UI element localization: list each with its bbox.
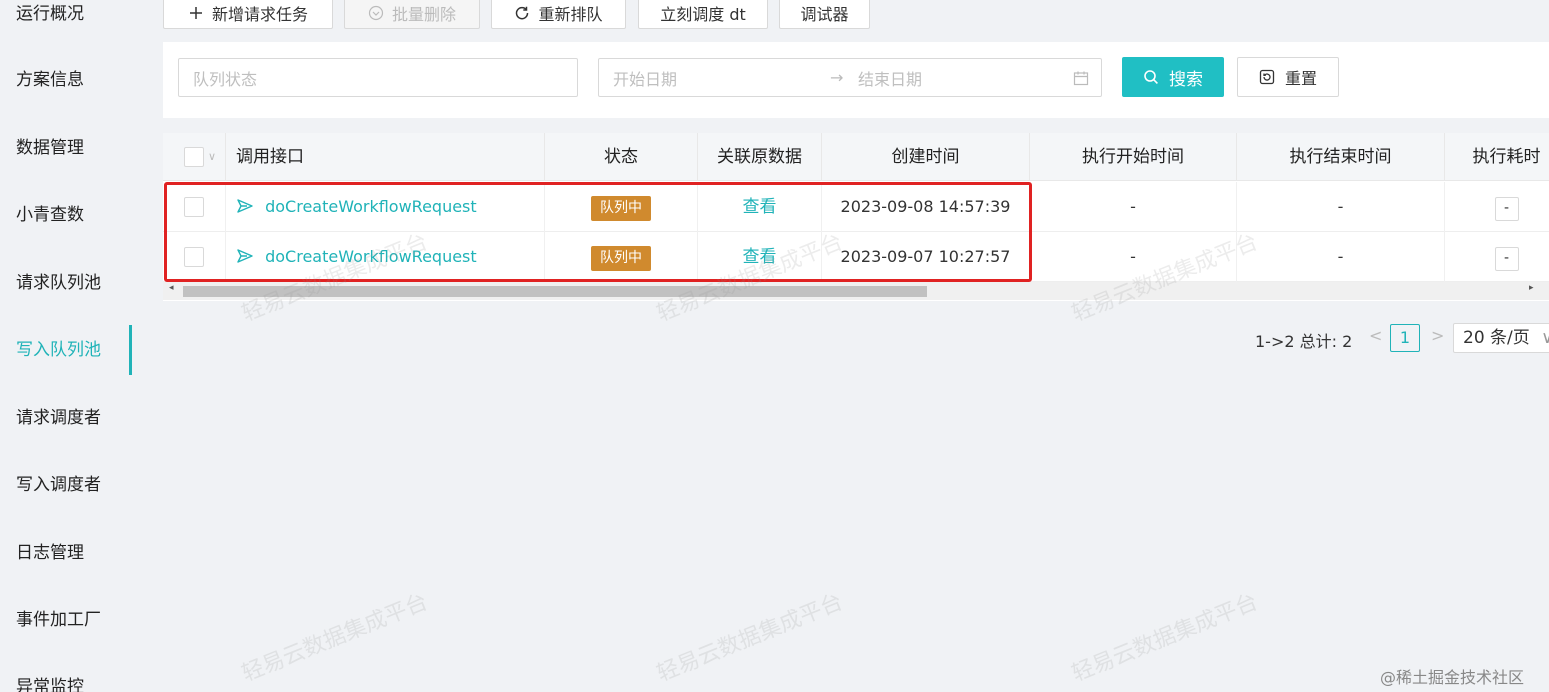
- batch-delete-label: 批量删除: [391, 4, 456, 24]
- sidebar-item-request-queue[interactable]: 请求队列池: [0, 258, 132, 308]
- sidebar-item-request-scheduler[interactable]: 请求调度者: [0, 393, 132, 443]
- created-time-cell: 2023-09-07 10:27:57: [822, 232, 1030, 282]
- requeue-button[interactable]: 重新排队: [491, 0, 626, 29]
- table-header: ∨ 调用接口 状态 关联原数据 创建时间 执行开始时间 执行结束时间 执行耗时: [163, 133, 1549, 181]
- debugger-button[interactable]: 调试器: [779, 0, 870, 29]
- sidebar-item-overview[interactable]: 运行概况: [0, 0, 132, 39]
- api-cell: doCreateWorkflowRequest: [226, 182, 545, 232]
- search-icon: [1144, 70, 1158, 84]
- page-number-button[interactable]: 1: [1390, 324, 1420, 352]
- sidebar-item-data-management[interactable]: 数据管理: [0, 123, 132, 173]
- table-row: doCreateWorkflowRequest 队列中 查看 2023-09-0…: [163, 182, 1549, 232]
- end-date-placeholder: 结束日期: [858, 69, 923, 89]
- add-request-task-button[interactable]: 新增请求任务: [163, 0, 333, 29]
- api-cell: doCreateWorkflowRequest: [226, 232, 545, 282]
- exec-start-cell: -: [1030, 182, 1237, 232]
- status-badge: 队列中: [591, 246, 651, 271]
- date-range-picker[interactable]: 开始日期 → 结束日期: [598, 58, 1102, 97]
- juejin-watermark: @稀土掘金技术社区: [1380, 668, 1525, 687]
- row-select-cell: [163, 182, 226, 232]
- sidebar: 运行概况 方案信息 数据管理 小青查数 请求队列池 写入队列池 请求调度者 写入…: [0, 0, 140, 692]
- queue-status-placeholder: 队列状态: [193, 69, 258, 89]
- view-link[interactable]: 查看: [743, 197, 777, 217]
- start-date-placeholder: 开始日期: [613, 69, 678, 89]
- reset-icon: [1259, 69, 1275, 85]
- duration-button[interactable]: -: [1494, 197, 1519, 221]
- sidebar-item-log-management[interactable]: 日志管理: [0, 528, 132, 578]
- status-badge: 队列中: [591, 196, 651, 221]
- column-header-exec-end: 执行结束时间: [1237, 133, 1445, 181]
- sidebar-item-plan-info[interactable]: 方案信息: [0, 55, 132, 105]
- dispatch-now-label: 立刻调度 dt: [660, 4, 746, 24]
- queue-status-select[interactable]: 队列状态: [178, 58, 578, 97]
- duration-button[interactable]: -: [1494, 247, 1519, 271]
- data-table: ∨ 调用接口 状态 关联原数据 创建时间 执行开始时间 执行结束时间 执行耗时 …: [163, 133, 1549, 301]
- chevron-circle-icon: [368, 5, 384, 20]
- view-link[interactable]: 查看: [743, 247, 777, 267]
- watermark: 轻易云数据集成平台: [238, 589, 432, 687]
- related-data-cell: 查看: [698, 232, 822, 282]
- row-checkbox[interactable]: [184, 197, 204, 217]
- api-link[interactable]: doCreateWorkflowRequest: [265, 197, 477, 216]
- column-header-exec-start: 执行开始时间: [1030, 133, 1237, 181]
- column-header-api: 调用接口: [226, 133, 545, 181]
- column-header-related-data: 关联原数据: [698, 133, 822, 181]
- status-cell: 队列中: [545, 182, 698, 232]
- related-data-cell: 查看: [698, 182, 822, 232]
- calendar-icon: [1073, 71, 1089, 85]
- search-button[interactable]: 搜索: [1122, 57, 1224, 97]
- table-row: doCreateWorkflowRequest 队列中 查看 2023-09-0…: [163, 232, 1549, 282]
- duration-cell: -: [1445, 232, 1549, 282]
- next-page-icon[interactable]: >: [1431, 326, 1444, 345]
- select-all-checkbox[interactable]: [184, 147, 204, 167]
- plus-icon: [189, 6, 202, 19]
- chevron-down-icon: ∨: [1541, 328, 1549, 348]
- column-header-status: 状态: [545, 133, 698, 181]
- scroll-right-icon[interactable]: ▸: [1529, 283, 1534, 293]
- add-request-task-label: 新增请求任务: [211, 4, 308, 24]
- row-select-cell: [163, 232, 226, 282]
- refresh-icon: [516, 6, 529, 19]
- send-icon: [237, 199, 253, 213]
- dispatch-now-button[interactable]: 立刻调度 dt: [638, 0, 768, 29]
- search-label: 搜索: [1169, 69, 1203, 90]
- requeue-label: 重新排队: [538, 4, 603, 24]
- sidebar-item-write-queue[interactable]: 写入队列池: [0, 325, 132, 375]
- select-all-cell: ∨: [163, 133, 226, 181]
- row-checkbox[interactable]: [184, 247, 204, 267]
- api-link[interactable]: doCreateWorkflowRequest: [265, 247, 477, 266]
- page-size-value: 20 条/页: [1463, 328, 1530, 348]
- duration-cell: -: [1445, 182, 1549, 232]
- scroll-left-icon[interactable]: ◂: [169, 283, 174, 293]
- chevron-down-icon[interactable]: ∨: [208, 133, 216, 181]
- page-size-select[interactable]: 20 条/页 ∨: [1453, 323, 1549, 353]
- exec-end-cell: -: [1237, 232, 1445, 282]
- status-cell: 队列中: [545, 232, 698, 282]
- column-header-created-time: 创建时间: [822, 133, 1030, 181]
- scroll-thumb[interactable]: [183, 286, 927, 297]
- reset-label: 重置: [1284, 69, 1317, 88]
- debugger-label: 调试器: [800, 4, 849, 24]
- sidebar-item-event-factory[interactable]: 事件加工厂: [0, 595, 132, 645]
- watermark: 轻易云数据集成平台: [653, 589, 847, 687]
- batch-delete-button[interactable]: 批量删除: [344, 0, 480, 29]
- pagination-total: 1->2 总计: 2: [1255, 332, 1353, 351]
- horizontal-scrollbar[interactable]: ◂ ▸: [163, 282, 1549, 300]
- sidebar-item-write-scheduler[interactable]: 写入调度者: [0, 460, 132, 510]
- arrow-right-icon: →: [830, 68, 844, 87]
- sidebar-item-exception-monitor[interactable]: 异常监控: [0, 662, 132, 692]
- exec-start-cell: -: [1030, 232, 1237, 282]
- created-time-cell: 2023-09-08 14:57:39: [822, 182, 1030, 232]
- exec-end-cell: -: [1237, 182, 1445, 232]
- search-panel: 队列状态 开始日期 → 结束日期 搜索 重置: [163, 42, 1549, 118]
- prev-page-icon[interactable]: <: [1369, 326, 1382, 345]
- send-icon: [237, 249, 253, 263]
- watermark: 轻易云数据集成平台: [1068, 589, 1262, 687]
- sidebar-item-xiaoqing-query[interactable]: 小青查数: [0, 190, 132, 240]
- reset-button[interactable]: 重置: [1237, 57, 1339, 97]
- column-header-duration: 执行耗时: [1445, 133, 1549, 181]
